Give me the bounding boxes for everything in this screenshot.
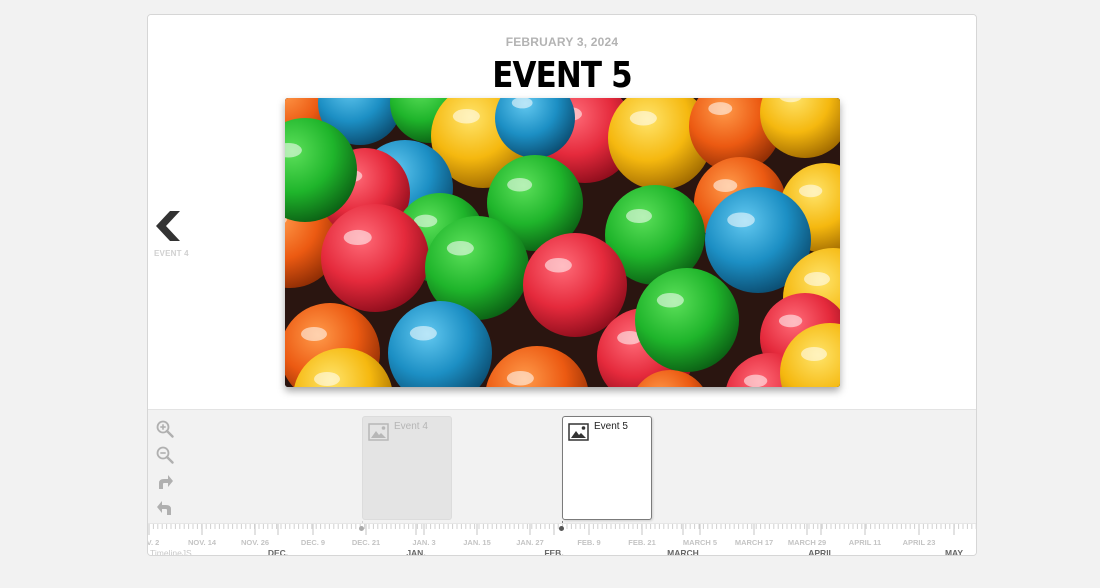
zoom-in-icon [156,420,174,438]
marker-label: Event 4 [394,421,428,432]
axis-minor-tick: MARCH 17 [734,538,774,547]
zoom-in-button[interactable] [156,420,174,438]
timeline-marker-event-4[interactable]: Event 4 [362,416,452,531]
time-axis[interactable]: V. 2 NOV. 14 NOV. 26 DEC. 9 DEC. 21 JAN.… [147,523,976,556]
undo-icon [157,501,171,515]
axis-minor-tick: DEC. 9 [300,538,326,547]
redo-icon [159,475,173,489]
chevron-left-icon [156,211,180,241]
image-icon [368,423,389,441]
previous-slide-button[interactable]: EVENT 4 [154,211,214,258]
axis-minor-tick: NOV. 26 [240,538,270,547]
axis-minor-tick: DEC. 21 [351,538,381,547]
timeline-nav[interactable]: Event 4 Event 5 V. 2 NOV. 14 NOV. 26 DEC… [147,409,976,556]
slide-media-image [285,98,840,387]
axis-marker-dot [359,526,364,531]
timeline-container: FEBRUARY 3, 2024 EVENT 5 EVENT 4 Event 4… [147,14,977,556]
zoom-out-button[interactable] [156,446,174,464]
zoom-out-icon [156,446,174,464]
axis-minor-tick: APRIL 23 [902,538,936,547]
axis-minor-tick: V. 2 [147,538,160,547]
previous-slide-label: EVENT 4 [154,249,189,258]
axis-minor-tick: FEB. 21 [628,538,656,547]
axis-major-tick: FEB. [544,548,564,556]
axis-minor-tick: JAN. 15 [463,538,491,547]
marker-label: Event 5 [594,421,628,432]
axis-major-tick: MAY [944,548,964,556]
back-to-start-button[interactable] [156,499,174,517]
axis-minor-tick: JAN. 3 [412,538,436,547]
axis-marker-dot-active [559,526,564,531]
image-icon [568,423,589,441]
axis-major-tick: JAN. [406,548,426,556]
axis-minor-tick: FEB. 9 [577,538,601,547]
gumballs-image [285,98,840,387]
axis-major-tick: DEC. [267,548,289,556]
timelinejs-credit[interactable]: TimelineJS [150,548,192,555]
axis-major-tick: APRIL [808,548,834,556]
axis-minor-tick: JAN. 27 [516,538,544,547]
slide-date: FEBRUARY 3, 2024 [505,35,619,49]
timeline-marker-event-5[interactable]: Event 5 [562,416,652,531]
axis-minor-tick: MARCH 5 [682,538,718,547]
axis-major-tick: MARCH [667,548,699,556]
forward-button[interactable] [156,473,174,491]
slide-title: EVENT 5 [492,55,632,96]
axis-minor-tick: MARCH 29 [787,538,827,547]
axis-minor-tick: NOV. 14 [187,538,217,547]
slide: FEBRUARY 3, 2024 EVENT 5 EVENT 4 [148,15,976,409]
axis-minor-tick: APRIL 11 [848,538,882,547]
